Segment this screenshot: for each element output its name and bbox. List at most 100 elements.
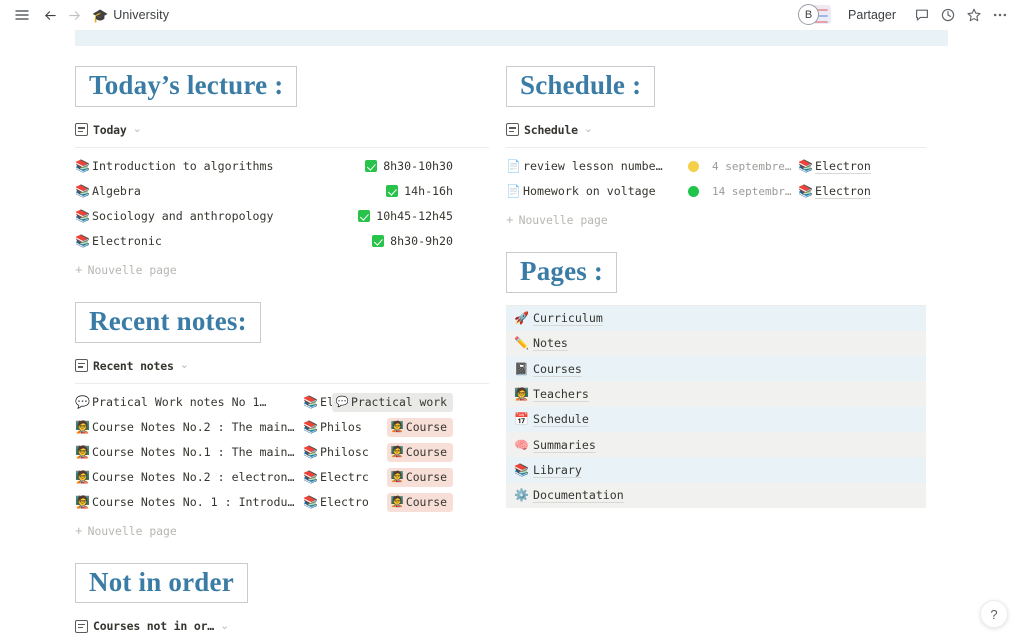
table-row[interactable]: 📄 Homework on voltage 14 septembr… 📚 Ele… <box>506 179 1024 204</box>
divider <box>75 382 489 384</box>
ellipsis-icon[interactable] <box>988 3 1012 27</box>
row-title: Pratical Work notes No 1… <box>92 395 267 410</box>
not-in-order-heading-wrap: Not in order <box>75 562 453 604</box>
teacher-icon: 🧑‍🏫 <box>75 470 90 485</box>
pages-list: 🚀 Curriculum ✏️ Notes 📓 Courses 🧑‍🏫 Teac… <box>506 304 926 508</box>
recent-notes-rows: 💬 Pratical Work notes No 1… 📚 Electr 💬 P… <box>75 390 453 541</box>
checkbox-icon[interactable] <box>365 160 378 173</box>
status-badge[interactable]: 🧑‍🏫 Course <box>386 417 453 437</box>
share-button[interactable]: Partager <box>840 5 904 25</box>
books-icon: 📚 <box>798 159 813 174</box>
table-row[interactable]: 📚 Electronic 8h30-9h20 <box>75 229 453 254</box>
teacher-icon: 🧑‍🏫 <box>390 445 404 458</box>
status-badge[interactable]: 🧑‍🏫 Course <box>386 442 453 462</box>
row-relation[interactable]: 📚 Electron <box>798 159 871 173</box>
chevron-down-icon[interactable]: ⌄ <box>133 124 142 135</box>
checkbox-icon[interactable] <box>386 185 399 198</box>
top-bar: 🎓 University B Partager <box>0 0 1024 30</box>
chevron-down-icon[interactable]: ⌄ <box>220 620 229 632</box>
row-time-cell: 8h30-9h20 <box>372 234 453 248</box>
new-page-button[interactable]: + Nouvelle page <box>75 521 453 541</box>
table-row[interactable]: 🧑‍🏫 Course Notes No.2 : The main ph… 📚 P… <box>75 415 453 440</box>
row-relation[interactable]: 📚 Electrc <box>303 470 399 484</box>
books-icon: 📚 <box>75 184 90 199</box>
list-item[interactable]: 🧠 Summaries <box>506 432 926 458</box>
todays-lecture-heading: Today’s lecture : <box>75 66 298 107</box>
badge-label: Course <box>405 445 447 460</box>
db-header-today[interactable]: Today ⌄ <box>75 123 453 137</box>
relation-label: Electron <box>815 184 871 199</box>
db-header-schedule[interactable]: Schedule ⌄ <box>506 123 1024 137</box>
badge-label: Course <box>405 470 447 485</box>
table-row[interactable]: 🧑‍🏫 Course Notes No. 1 : Introduct… 📚 El… <box>75 490 453 515</box>
row-relation[interactable]: 📚 Philosc <box>303 445 399 459</box>
badge-label: Course <box>405 420 447 435</box>
db-header-recent-notes[interactable]: Recent notes ⌄ <box>75 359 453 373</box>
content-columns: Today’s lecture : Today ⌄ 📚 Introduction… <box>0 46 1024 640</box>
row-title: Electronic <box>92 234 162 249</box>
row-relation[interactable]: 📚 Electron <box>798 184 871 198</box>
teacher-icon: 🧑‍🏫 <box>514 387 529 402</box>
recent-notes-heading: Recent notes: <box>75 301 261 343</box>
new-page-button[interactable]: + Nouvelle page <box>506 210 1024 230</box>
table-row[interactable]: 📄 review lesson number 2 4 septembre… 📚 … <box>506 154 1024 179</box>
star-icon[interactable] <box>962 3 986 27</box>
database-icon <box>75 619 88 633</box>
avatar[interactable]: B <box>798 4 820 25</box>
table-row[interactable]: 📚 Sociology and anthropology 10h45-12h45 <box>75 204 453 229</box>
books-icon: 📚 <box>514 462 529 477</box>
table-row[interactable]: 🧑‍🏫 Course Notes No.2 : electronic… 📚 El… <box>75 465 453 490</box>
list-item[interactable]: ⚙️ Documentation <box>506 482 926 508</box>
list-item[interactable]: 📓 Courses <box>506 356 926 382</box>
row-title: review lesson number 2 <box>523 159 663 174</box>
list-item[interactable]: ✏️ Notes <box>506 330 926 357</box>
books-icon: 📚 <box>75 234 90 249</box>
row-relation[interactable]: 📚 Philos <box>303 420 399 434</box>
page-label: Schedule <box>533 412 589 427</box>
status-badge[interactable]: 💬 Practical work <box>331 392 453 412</box>
database-icon <box>75 123 88 137</box>
row-title: Introduction to algorithms <box>92 159 274 174</box>
speech-balloon-icon: 💬 <box>75 395 90 410</box>
table-row[interactable]: 📚 Introduction to algorithms 8h30-10h30 <box>75 154 453 179</box>
document-icon: 📄 <box>506 184 521 199</box>
table-row[interactable]: 📚 Algebra 14h-16h <box>75 179 453 204</box>
clock-icon[interactable] <box>936 3 960 27</box>
table-row[interactable]: 💬 Pratical Work notes No 1… 📚 Electr 💬 P… <box>75 390 453 415</box>
row-title: Course Notes No. 1 : Introduct… <box>92 495 297 510</box>
comment-icon[interactable] <box>910 3 934 27</box>
status-dot[interactable] <box>688 185 699 197</box>
db-header-not-in-order[interactable]: Courses not in or… ⌄ <box>75 619 453 633</box>
chevron-down-icon[interactable]: ⌄ <box>180 360 189 371</box>
list-item[interactable]: 🚀 Curriculum <box>506 305 926 331</box>
row-relation[interactable]: 📚 Electro <box>303 495 399 509</box>
arrow-left-icon[interactable] <box>38 3 62 27</box>
list-item[interactable]: 🧑‍🏫 Teachers <box>506 381 926 407</box>
books-icon: 📚 <box>303 395 318 410</box>
breadcrumb[interactable]: University <box>113 8 169 22</box>
row-title: Homework on voltage <box>523 184 656 199</box>
status-badge[interactable]: 🧑‍🏫 Course <box>386 467 453 487</box>
checkbox-icon[interactable] <box>372 235 385 248</box>
arrow-right-icon[interactable] <box>62 3 86 27</box>
list-item[interactable]: 📚 Library <box>506 457 926 483</box>
status-badge[interactable]: 🧑‍🏫 Course <box>386 492 453 512</box>
table-row[interactable]: 🧑‍🏫 Course Notes No.1 : The main p… 📚 Ph… <box>75 440 453 465</box>
page-body: Today’s lecture : Today ⌄ 📚 Introduction… <box>0 30 1024 640</box>
page-label: Documentation <box>533 488 624 503</box>
notebook-icon: 📓 <box>514 361 529 376</box>
row-title: Course Notes No.2 : The main ph… <box>92 420 297 435</box>
new-page-button[interactable]: + Nouvelle page <box>75 260 453 280</box>
divider <box>75 146 489 148</box>
chevron-down-icon[interactable]: ⌄ <box>584 124 593 135</box>
status-dot[interactable] <box>688 160 699 172</box>
help-button[interactable]: ? <box>980 600 1008 628</box>
checkbox-icon[interactable] <box>358 210 371 223</box>
gear-icon: ⚙️ <box>514 488 529 503</box>
list-item[interactable]: 📅 Schedule <box>506 406 926 433</box>
row-time: 10h45-12h45 <box>376 209 453 224</box>
books-icon: 📚 <box>75 209 90 224</box>
hamburger-icon[interactable] <box>10 3 34 27</box>
divider <box>506 146 926 148</box>
left-column: Today’s lecture : Today ⌄ 📚 Introduction… <box>0 46 489 640</box>
